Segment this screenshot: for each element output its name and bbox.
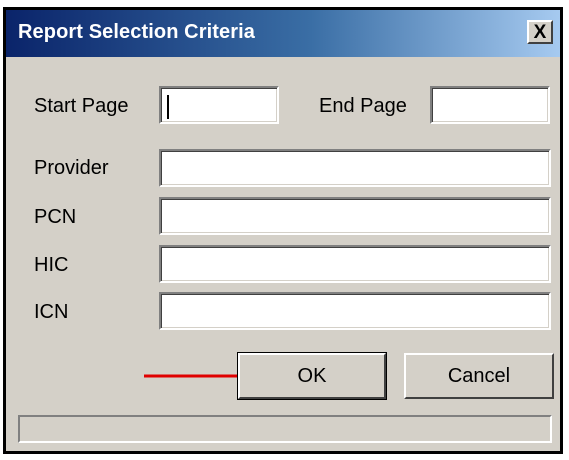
window-title: Report Selection Criteria xyxy=(18,21,256,43)
start-page-label: Start Page xyxy=(34,95,129,117)
pcn-label: PCN xyxy=(34,206,77,228)
end-page-label: End Page xyxy=(319,95,407,117)
report-selection-dialog: Report Selection Criteria X Start Page E… xyxy=(3,7,563,454)
cancel-button[interactable]: Cancel xyxy=(404,353,554,399)
status-bar xyxy=(18,415,552,443)
end-page-input[interactable] xyxy=(430,86,550,124)
close-button[interactable]: X xyxy=(527,20,553,44)
text-cursor xyxy=(167,95,169,119)
hic-label: HIC xyxy=(34,254,69,276)
close-icon: X xyxy=(533,21,547,43)
icn-label: ICN xyxy=(34,301,69,323)
provider-input[interactable] xyxy=(159,149,551,187)
provider-label: Provider xyxy=(34,157,109,179)
title-bar[interactable]: Report Selection Criteria X xyxy=(6,10,560,57)
ok-button[interactable]: OK xyxy=(237,352,387,400)
start-page-input[interactable] xyxy=(159,86,279,124)
icn-input[interactable] xyxy=(159,292,551,330)
hic-input[interactable] xyxy=(159,245,551,283)
pcn-input[interactable] xyxy=(159,197,551,235)
